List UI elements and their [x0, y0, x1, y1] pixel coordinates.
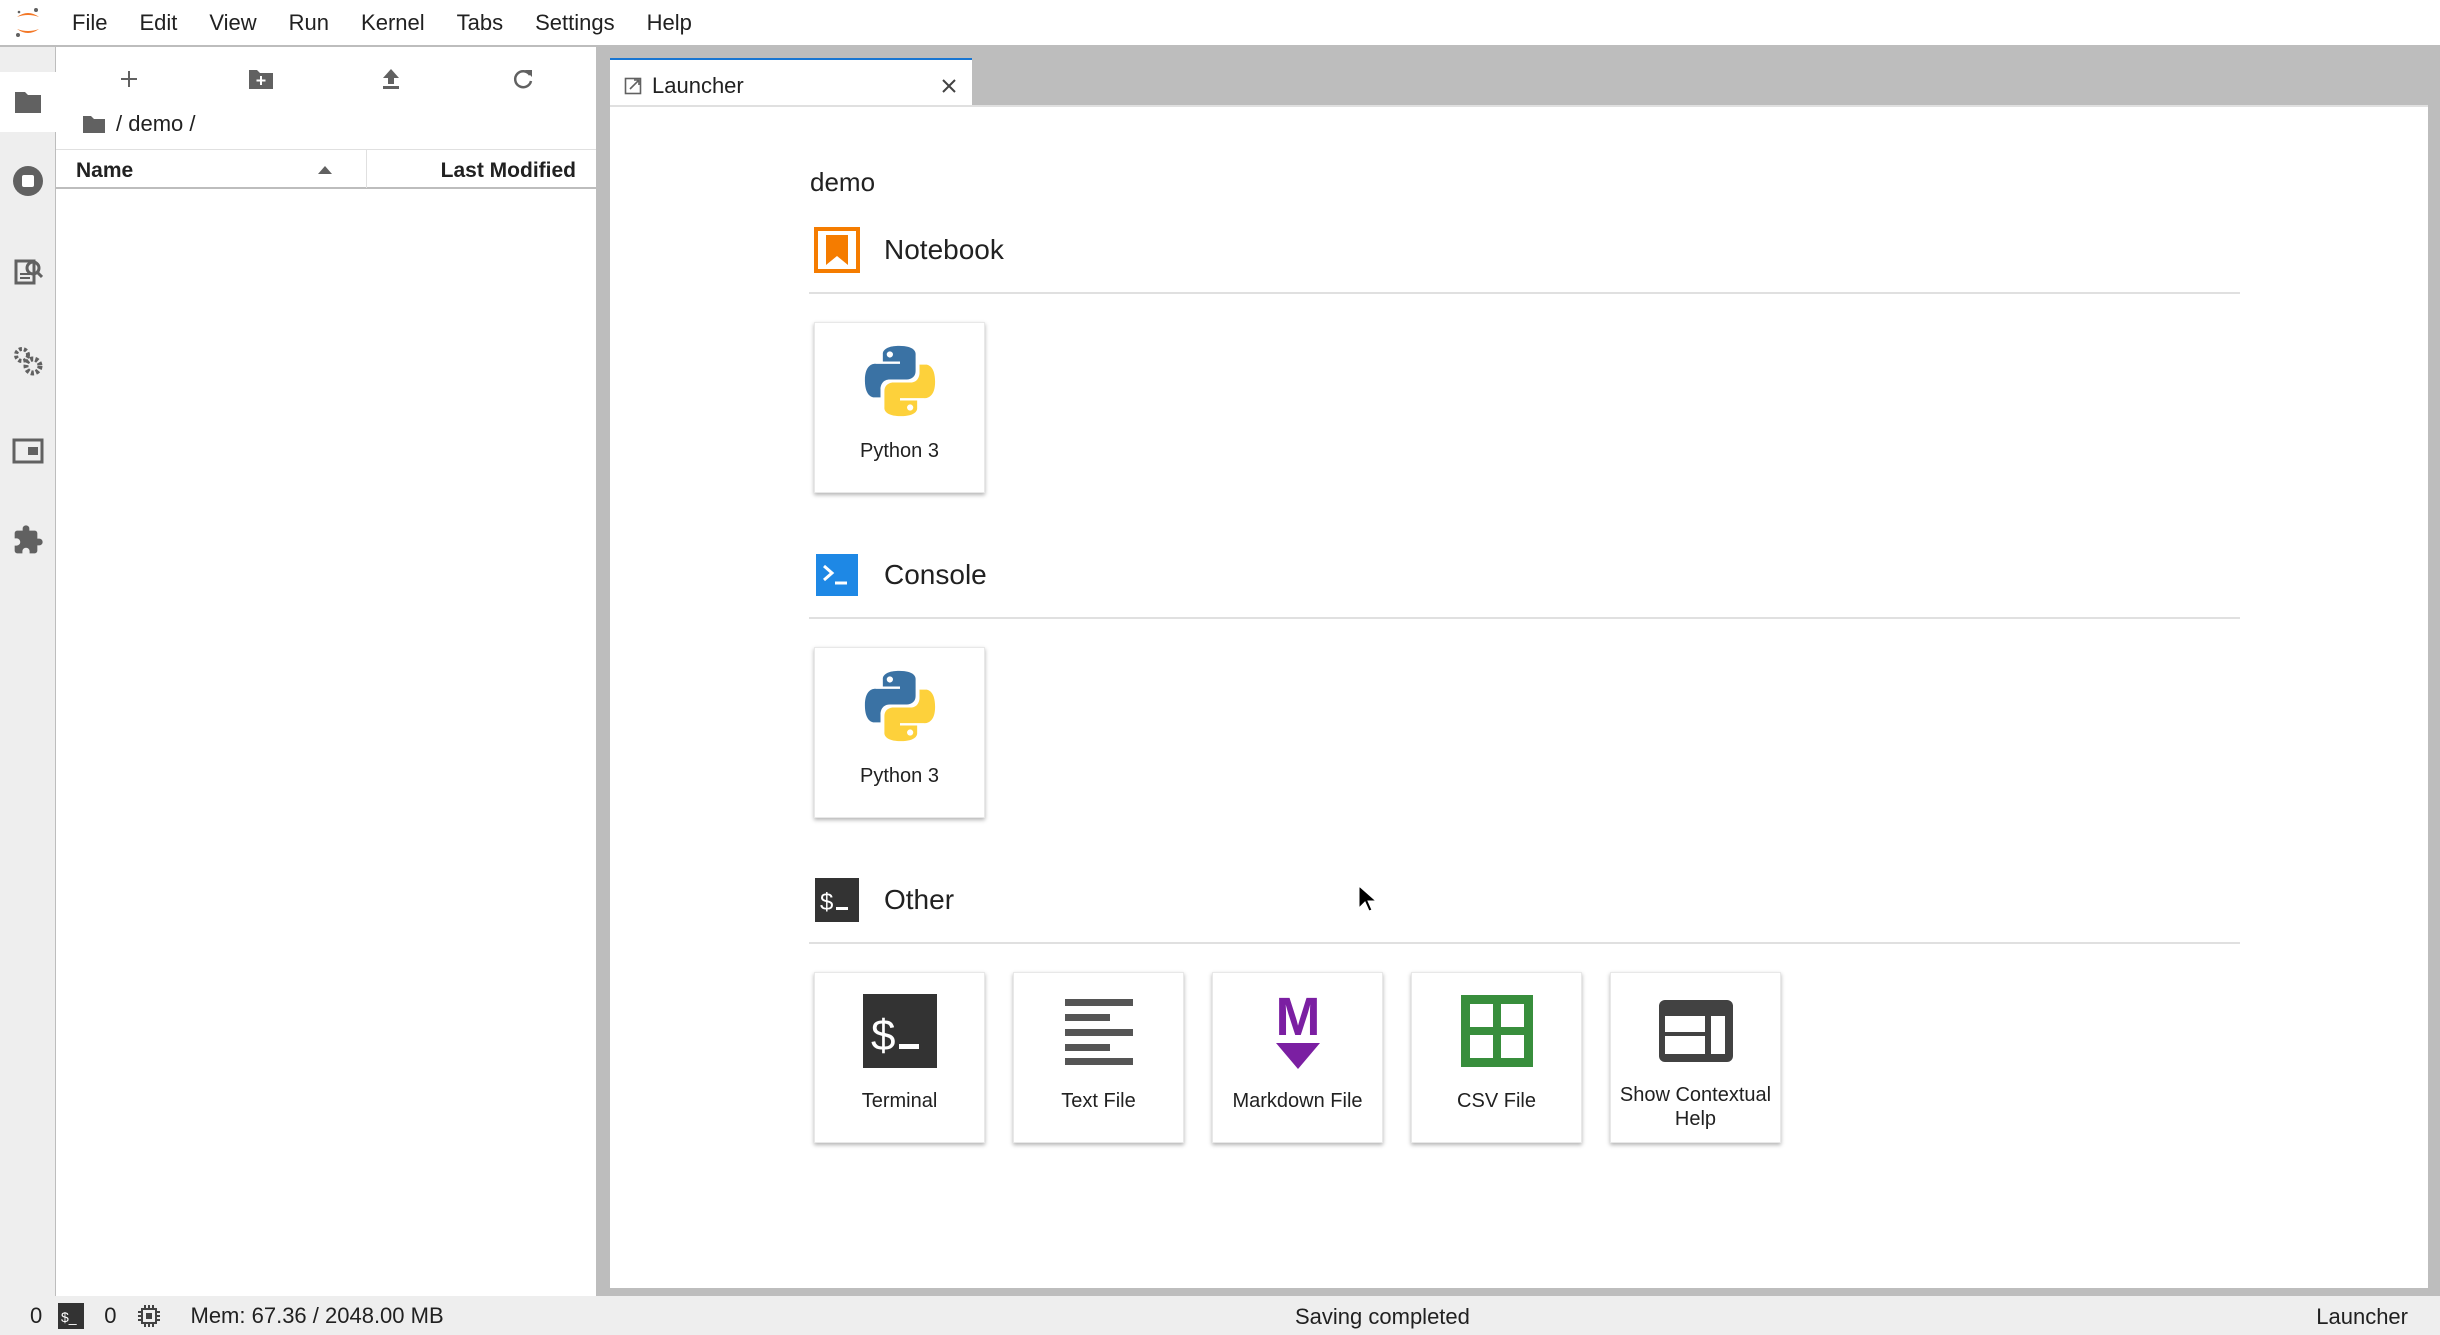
panel-border — [2428, 105, 2440, 1296]
jupyter-logo-icon — [0, 0, 56, 46]
menu-file[interactable]: File — [56, 10, 123, 36]
contextual-help-card[interactable]: Show Contextual Help — [1610, 972, 1781, 1143]
terminal-icon: $ — [815, 878, 859, 922]
extension-manager-puzzle-icon[interactable] — [10, 522, 46, 558]
launcher-cwd-title: demo — [810, 167, 876, 197]
section-title: Console — [884, 559, 987, 590]
section-notebook: Notebook — [814, 220, 2240, 280]
svg-text:$: $ — [871, 1011, 895, 1060]
section-console: Console — [814, 545, 2240, 605]
folder-icon[interactable] — [82, 114, 106, 134]
tab-label: Launcher — [652, 73, 744, 98]
card-label: Text File — [1061, 1090, 1136, 1112]
column-divider[interactable] — [366, 150, 367, 188]
python-logo-icon — [860, 666, 940, 746]
terminal-count[interactable]: 0 — [30, 1303, 42, 1329]
kernel-chip-icon[interactable] — [137, 1304, 161, 1328]
menu-help[interactable]: Help — [631, 10, 708, 36]
command-palette-icon[interactable] — [10, 253, 46, 289]
mouse-cursor-icon — [1358, 885, 1376, 912]
section-title: Other — [884, 884, 955, 915]
status-bar: 0 $_ 0 Mem: 67.36 / 2048.00 MB Saving co… — [0, 1296, 2440, 1335]
memory-usage: Mem: 67.36 / 2048.00 MB — [190, 1302, 444, 1328]
text-file-icon — [1059, 991, 1139, 1071]
section-divider — [809, 942, 2240, 944]
card-label: Python 3 — [860, 765, 939, 787]
current-activity: Launcher — [2316, 1304, 2408, 1329]
section-other: $ Other — [814, 870, 2240, 930]
file-browser-tab-icon[interactable] — [0, 72, 56, 132]
menu-bar: File Edit View Run Kernel Tabs Settings … — [0, 0, 2440, 47]
breadcrumb: / demo / — [82, 109, 195, 139]
section-divider — [809, 292, 2240, 294]
kernel-count[interactable]: 0 — [104, 1303, 116, 1329]
file-list-header: Name Last Modified — [56, 149, 596, 189]
section-divider — [809, 617, 2240, 619]
column-last-modified[interactable]: Last Modified — [441, 159, 576, 183]
notebook-python3-card[interactable]: Python 3 — [814, 322, 985, 493]
card-label: Python 3 — [860, 440, 939, 462]
property-inspector-gears-icon[interactable] — [10, 343, 46, 379]
console-python3-card[interactable]: Python 3 — [814, 647, 985, 818]
menu-settings[interactable]: Settings — [519, 10, 631, 36]
notebook-icon — [814, 227, 860, 273]
file-browser-panel: / demo / Name Last Modified — [56, 47, 596, 1296]
svg-text:$: $ — [820, 889, 833, 916]
panel-splitter[interactable] — [596, 47, 610, 1296]
menu-view[interactable]: View — [193, 10, 272, 36]
card-label: Terminal — [861, 1090, 938, 1112]
tab-bar: Launcher — [610, 47, 2440, 112]
new-folder-icon[interactable] — [243, 61, 279, 97]
card-label: CSV File — [1457, 1090, 1536, 1112]
menu-edit[interactable]: Edit — [123, 10, 193, 36]
markdown-icon: M — [1258, 991, 1338, 1071]
sort-ascending-icon[interactable] — [318, 166, 332, 174]
running-sessions-icon[interactable] — [10, 163, 46, 199]
text-file-card[interactable]: Text File — [1013, 972, 1184, 1143]
status-message: Saving completed — [1295, 1304, 1470, 1329]
upload-icon[interactable] — [373, 61, 409, 97]
menu-tabs[interactable]: Tabs — [441, 10, 519, 36]
terminal-icon: $ — [860, 991, 940, 1071]
terminal-status-icon[interactable]: $_ — [58, 1302, 85, 1329]
contextual-help-icon — [1656, 991, 1736, 1071]
refresh-icon[interactable] — [505, 61, 541, 97]
card-label: Show Contextual Help — [1619, 1084, 1772, 1130]
breadcrumb-path[interactable]: / demo / — [116, 111, 195, 137]
left-sidebar — [0, 47, 56, 1296]
tab-launcher[interactable]: Launcher — [610, 58, 972, 112]
new-launcher-plus-icon[interactable] — [111, 61, 147, 97]
close-icon[interactable] — [940, 77, 958, 95]
terminal-card[interactable]: $ Terminal — [814, 972, 985, 1143]
markdown-file-card[interactable]: M Markdown File — [1212, 972, 1383, 1143]
card-label: Markdown File — [1232, 1090, 1363, 1112]
svg-text:$_: $_ — [61, 1309, 77, 1325]
menu-kernel[interactable]: Kernel — [345, 10, 441, 36]
menu-run[interactable]: Run — [273, 10, 345, 36]
panel-border — [596, 1288, 2440, 1296]
csv-file-card[interactable]: CSV File — [1411, 972, 1582, 1143]
console-icon — [816, 554, 858, 596]
svg-text:M: M — [1275, 991, 1320, 1047]
launcher: demo Notebook Python 3 Console Python 3 … — [800, 167, 2240, 1195]
column-name[interactable]: Name — [76, 159, 133, 183]
python-logo-icon — [860, 341, 940, 421]
open-tabs-icon[interactable] — [10, 433, 46, 469]
launcher-tab-icon — [624, 77, 642, 95]
section-title: Notebook — [884, 234, 1004, 265]
csv-grid-icon — [1457, 991, 1537, 1071]
launcher-panel: demo Notebook Python 3 Console Python 3 … — [610, 105, 2428, 1288]
